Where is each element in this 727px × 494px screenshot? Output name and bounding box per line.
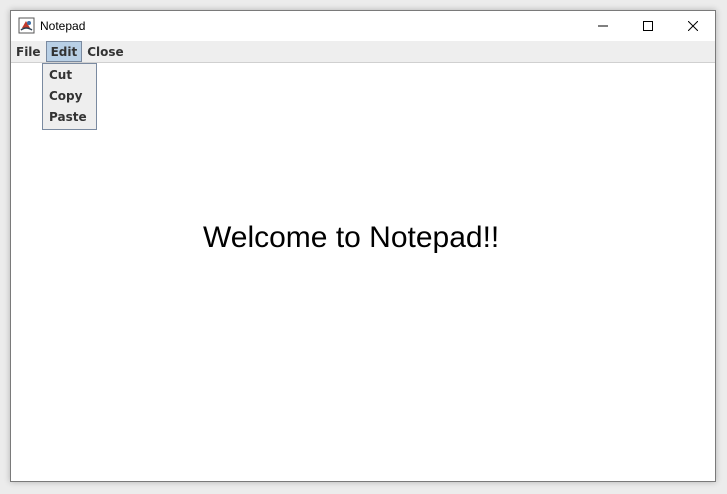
notepad-window: Notepad File Edit Close Welcome to Notep… xyxy=(10,10,716,482)
maximize-button[interactable] xyxy=(625,11,670,41)
window-controls xyxy=(580,11,715,41)
menu-bar: File Edit Close xyxy=(11,41,715,63)
menu-item-paste[interactable]: Paste xyxy=(43,107,96,128)
desktop: Notepad File Edit Close Welcome to Notep… xyxy=(0,0,727,494)
java-app-icon xyxy=(18,17,35,34)
close-icon xyxy=(687,21,698,31)
welcome-text: Welcome to Notepad!! xyxy=(203,221,500,254)
title-bar[interactable]: Notepad xyxy=(11,11,715,41)
window-title: Notepad xyxy=(40,19,86,33)
minimize-button[interactable] xyxy=(580,11,625,41)
minimize-icon xyxy=(597,25,608,27)
menu-close[interactable]: Close xyxy=(82,41,128,62)
text-area[interactable]: Welcome to Notepad!! xyxy=(11,63,715,481)
edit-menu-dropdown: Cut Copy Paste xyxy=(42,63,97,130)
menu-item-copy[interactable]: Copy xyxy=(43,86,96,107)
maximize-icon xyxy=(642,21,653,31)
close-button[interactable] xyxy=(670,11,715,41)
menu-item-cut[interactable]: Cut xyxy=(43,65,96,86)
menu-file[interactable]: File xyxy=(11,41,46,62)
menu-edit[interactable]: Edit xyxy=(45,41,83,62)
